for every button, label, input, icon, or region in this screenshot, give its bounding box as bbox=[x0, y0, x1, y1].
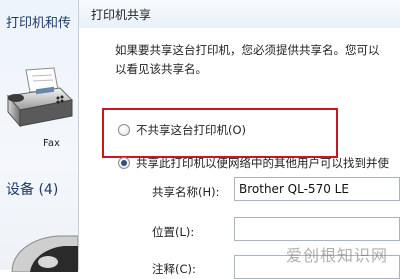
share-name-field[interactable]: Brother QL-570 LE bbox=[234, 177, 400, 201]
share-radio[interactable] bbox=[118, 157, 130, 169]
share-name-label: 共享名称(H): bbox=[152, 185, 220, 199]
tab-printer-sharing[interactable]: 打印机共享 bbox=[91, 6, 151, 23]
devices-section-heading: 设备 (4) bbox=[6, 182, 59, 198]
fax-icon[interactable] bbox=[2, 66, 76, 132]
site-watermark: 爱创根知识网 bbox=[285, 246, 388, 265]
sharing-description-text: 如果要共享这台打印机，您必须提供共享名。您可以 以看见该共享名。 bbox=[115, 43, 380, 76]
no-share-option[interactable]: 不共享这台打印机(O) bbox=[118, 122, 246, 138]
location-field[interactable] bbox=[234, 217, 400, 241]
comment-label: 注释(C): bbox=[152, 262, 196, 276]
dialog-tab-strip: 打印机共享 bbox=[79, 0, 400, 28]
fax-label: Fax bbox=[43, 138, 60, 149]
location-label: 位置(L): bbox=[152, 225, 195, 239]
background-window-title: 打印机和传 bbox=[6, 16, 72, 31]
share-label: 共享此打印机以便网络中的其他用户可以找到并使 bbox=[136, 156, 389, 170]
share-name-value: Brother QL-570 LE bbox=[239, 182, 349, 196]
sharing-description: 如果要共享这台打印机，您必须提供共享名。您可以 以看见该共享名。 bbox=[115, 41, 400, 79]
no-share-label: 不共享这台打印机(O) bbox=[136, 123, 247, 137]
share-option[interactable]: 共享此打印机以便网络中的其他用户可以找到并使 bbox=[118, 155, 389, 171]
no-share-radio[interactable] bbox=[118, 124, 130, 136]
printer-icon[interactable] bbox=[2, 222, 78, 272]
background-printers-window: 打印机和传 Fax 设备 (4) bbox=[0, 0, 79, 272]
